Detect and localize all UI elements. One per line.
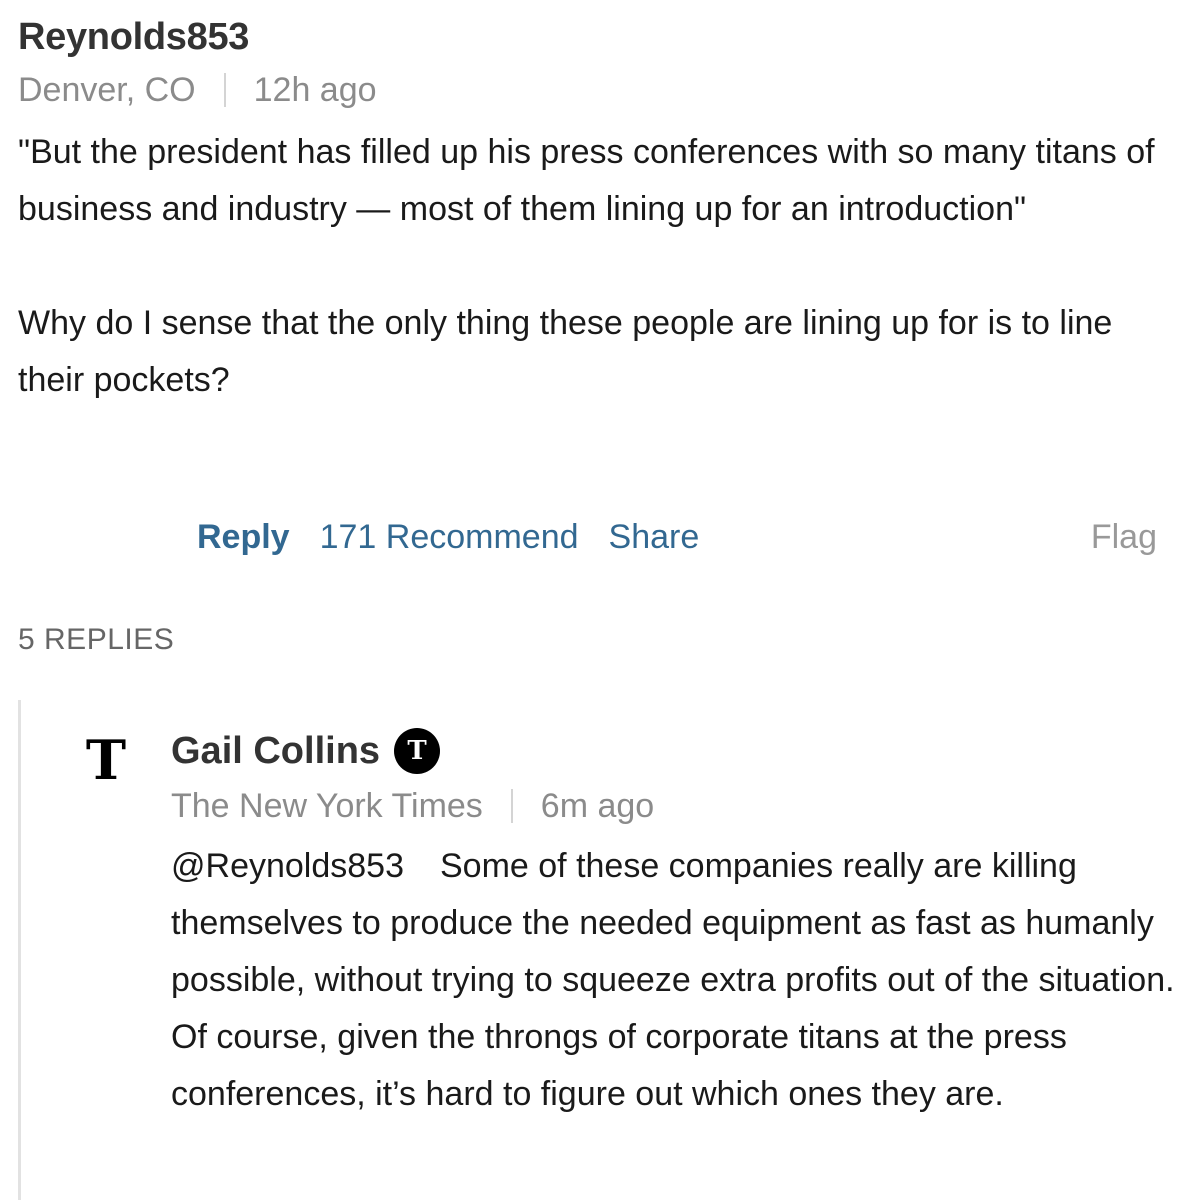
- comment-body: "But the president has filled up his pre…: [18, 124, 1183, 409]
- comment-meta: Denver, CO 12h ago: [18, 68, 1183, 112]
- reply-thread: T Gail Collins T The New York Times 6m a…: [18, 700, 1196, 1200]
- nyt-logo-icon: T: [85, 728, 127, 792]
- comment: Reynolds853 Denver, CO 12h ago "But the …: [18, 14, 1183, 409]
- reply-item: Gail Collins T The New York Times 6m ago…: [171, 728, 1191, 1123]
- comment-username[interactable]: Reynolds853: [18, 14, 1183, 60]
- meta-divider: [223, 73, 226, 107]
- reply-text: Some of these companies really are killi…: [171, 847, 1175, 1113]
- reply-author-name[interactable]: Gail Collins: [171, 728, 380, 774]
- reply-author-line: Gail Collins T: [171, 728, 1191, 774]
- reply-affiliation: The New York Times: [171, 787, 483, 825]
- reply-meta: The New York Times 6m ago: [171, 784, 1191, 828]
- meta-divider: [510, 789, 513, 823]
- share-button[interactable]: Share: [609, 515, 700, 559]
- replies-count[interactable]: 5 REPLIES: [18, 620, 174, 660]
- reply-button[interactable]: Reply: [197, 515, 290, 559]
- recommend-button[interactable]: 171 Recommend: [320, 515, 579, 559]
- comment-paragraph: "But the president has filled up his pre…: [18, 133, 1155, 228]
- comment-actions: Reply 171 Recommend Share Flag: [197, 515, 1157, 559]
- reply-mention[interactable]: @Reynolds853: [171, 847, 404, 885]
- comment-paragraph: Why do I sense that the only thing these…: [18, 304, 1113, 399]
- flag-button[interactable]: Flag: [1091, 515, 1157, 559]
- reply-timestamp: 6m ago: [540, 787, 655, 825]
- comment-timestamp: 12h ago: [253, 71, 377, 109]
- comment-location: Denver, CO: [18, 71, 196, 109]
- nyt-verified-icon: T: [394, 728, 441, 774]
- reply-body-text: @Reynolds853 Some of these companies real…: [171, 838, 1191, 1123]
